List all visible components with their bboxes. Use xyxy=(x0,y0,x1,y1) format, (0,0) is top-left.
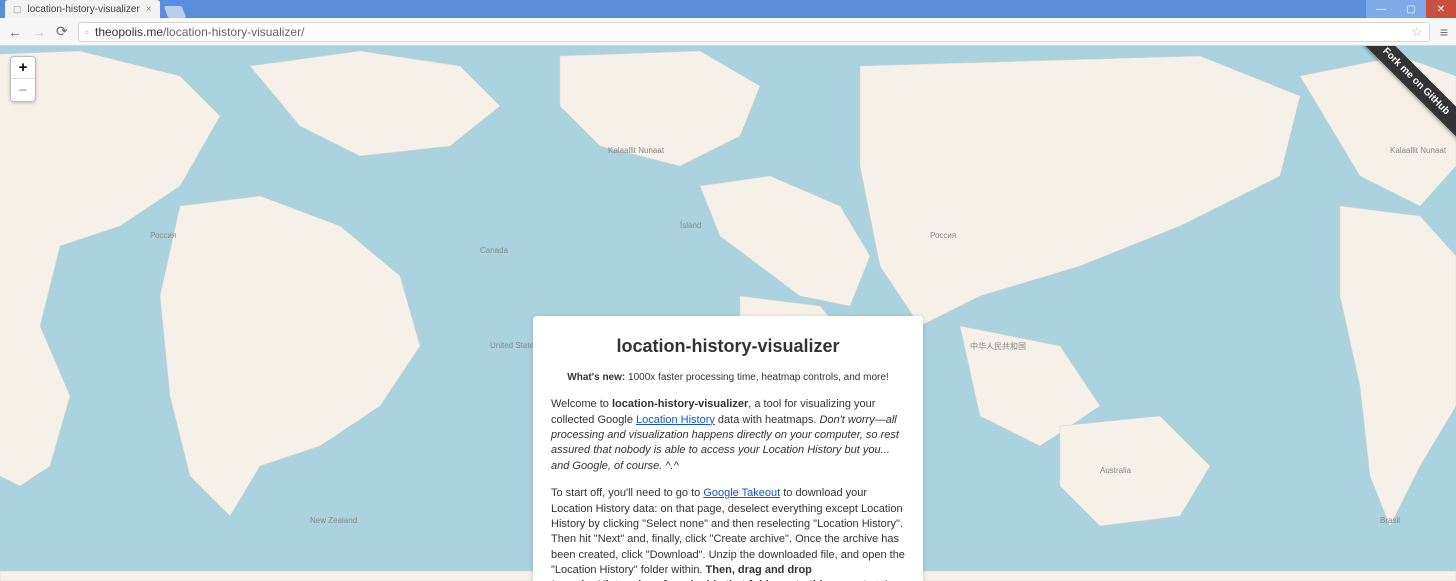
intro-paragraph: Welcome to location-history-visualizer, … xyxy=(551,397,905,474)
map-label: Ísland xyxy=(680,221,701,230)
browser-toolbar: ← → ⟳ ▫ theopolis.me/location-history-vi… xyxy=(0,18,1456,46)
menu-icon[interactable]: ≡ xyxy=(1440,24,1448,40)
address-bar[interactable]: ▫ theopolis.me/location-history-visualiz… xyxy=(78,22,1430,42)
new-tab-button[interactable] xyxy=(163,6,185,18)
map-label: Россия xyxy=(930,231,956,240)
window-controls: — ▢ ✕ xyxy=(1366,0,1456,18)
github-ribbon: Fork me on GitHub xyxy=(1346,46,1456,156)
map-viewport[interactable]: Kalaallit Nunaat Canada United States of… xyxy=(0,46,1456,581)
window-titlebar: ▢ location-history-visualizer × — ▢ ✕ xyxy=(0,0,1456,18)
github-link[interactable]: Fork me on GitHub xyxy=(1352,46,1456,145)
map-label: 中华人民共和国 xyxy=(970,341,1026,352)
url-text: theopolis.me/location-history-visualizer… xyxy=(95,25,304,39)
browser-tab[interactable]: ▢ location-history-visualizer × xyxy=(5,0,160,18)
map-label: Canada xyxy=(480,246,508,255)
close-icon[interactable]: × xyxy=(146,4,152,15)
map-label: Australia xyxy=(1100,466,1131,475)
map-label: Brasil xyxy=(1380,516,1400,525)
map-label: Kalaallit Nunaat xyxy=(608,146,664,155)
back-icon[interactable]: ← xyxy=(8,24,22,40)
maximize-button[interactable]: ▢ xyxy=(1396,0,1426,18)
bookmark-icon[interactable]: ☆ xyxy=(1411,24,1423,40)
zoom-control: + − xyxy=(10,56,36,102)
map-label: Россия xyxy=(150,231,176,240)
tab-favicon: ▢ xyxy=(13,4,22,15)
tab-strip: ▢ location-history-visualizer × xyxy=(0,0,184,18)
close-button[interactable]: ✕ xyxy=(1426,0,1456,18)
page-icon: ▫ xyxy=(85,25,89,39)
google-takeout-link[interactable]: Google Takeout xyxy=(703,487,780,499)
location-history-link[interactable]: Location History xyxy=(636,414,715,426)
whats-new: What's new: 1000x faster processing time… xyxy=(551,371,905,385)
zoom-in-button[interactable]: + xyxy=(11,57,35,79)
forward-icon[interactable]: → xyxy=(32,24,46,40)
zoom-out-button[interactable]: − xyxy=(11,79,35,101)
minimize-button[interactable]: — xyxy=(1366,0,1396,18)
map-label: New Zealand xyxy=(310,516,357,525)
instructions-paragraph: To start off, you'll need to go to Googl… xyxy=(551,486,905,581)
reload-icon[interactable]: ⟳ xyxy=(56,23,68,40)
tab-title: location-history-visualizer xyxy=(28,4,140,15)
intro-panel: location-history-visualizer What's new: … xyxy=(533,316,923,581)
panel-title: location-history-visualizer xyxy=(551,334,905,359)
